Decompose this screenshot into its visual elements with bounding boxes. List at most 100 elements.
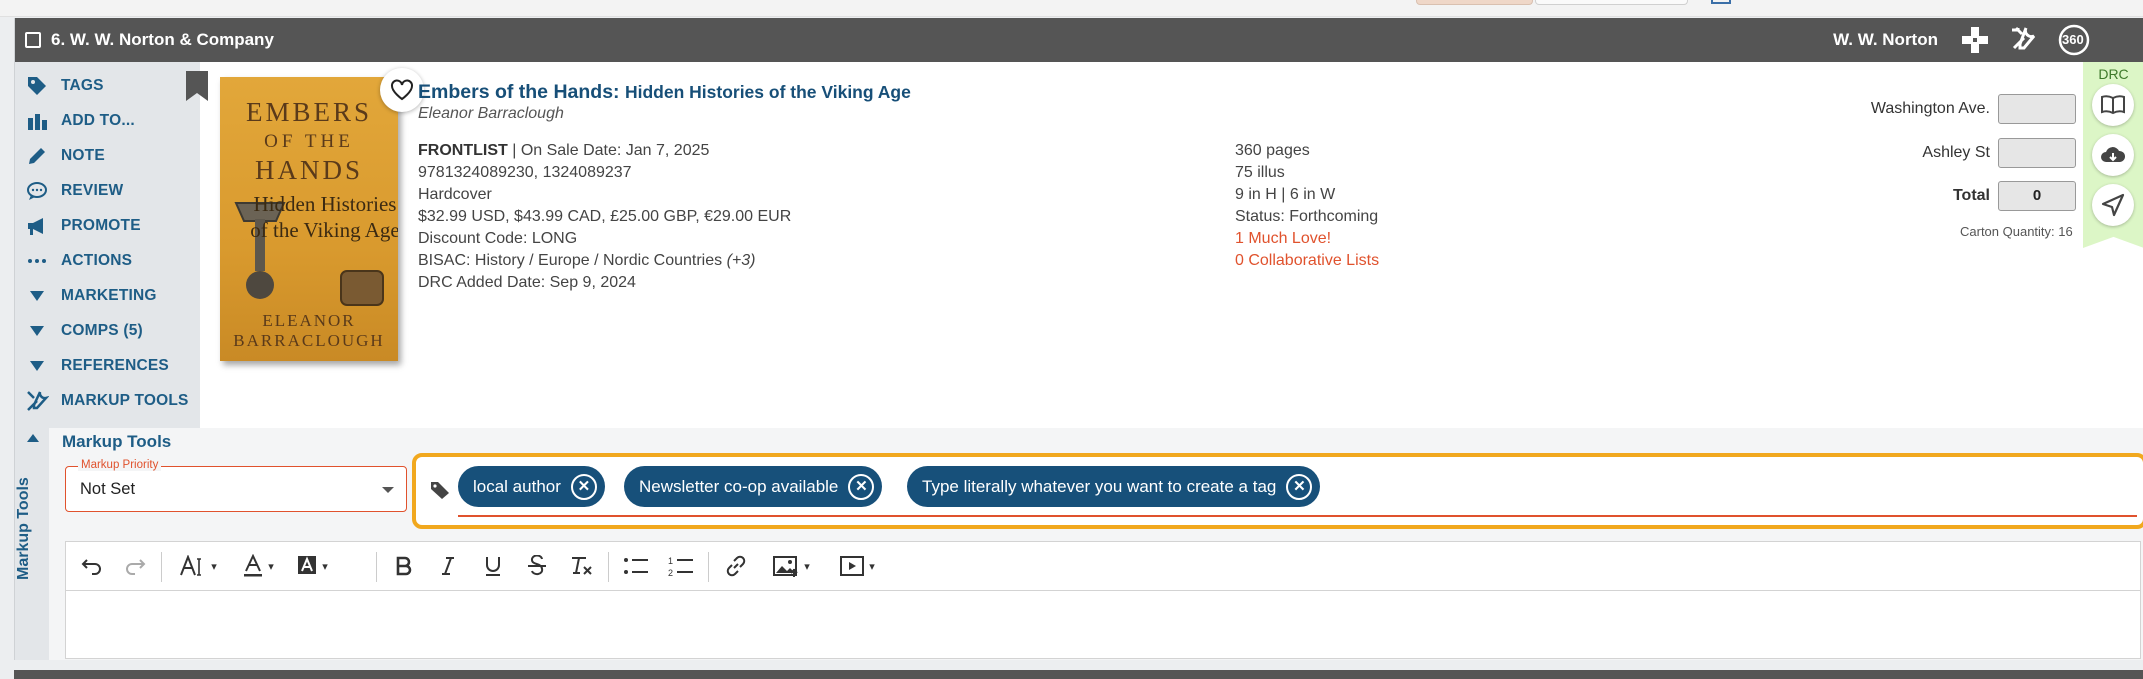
tools-icon bbox=[25, 389, 49, 413]
markup-priority-legend: Markup Priority bbox=[78, 459, 162, 471]
markup-priority-value: Not Set bbox=[80, 480, 136, 498]
underline-icon[interactable] bbox=[479, 552, 507, 580]
sidebar-item-actions[interactable]: ACTIONS bbox=[25, 247, 132, 275]
card-header: 6. W. W. Norton & Company W. W. Norton 3… bbox=[15, 18, 2143, 62]
editor-content-area[interactable] bbox=[66, 592, 2140, 658]
chevron-down-icon bbox=[382, 487, 394, 493]
publisher-name: W. W. Norton bbox=[1833, 30, 1938, 49]
sidebar-item-comps[interactable]: COMPS (5) bbox=[25, 317, 143, 345]
heart-icon bbox=[391, 79, 413, 101]
sidebar-item-label: MARKETING bbox=[61, 287, 157, 304]
sidebar-item-label: ACTIONS bbox=[61, 252, 133, 269]
svg-text:1: 1 bbox=[668, 556, 673, 566]
close-icon[interactable]: ✕ bbox=[848, 473, 875, 500]
clear-format-icon[interactable] bbox=[568, 552, 596, 580]
top-strip bbox=[0, 0, 2143, 17]
book-stats: 360 pages 75 illus 9 in H | 6 in W Statu… bbox=[1235, 140, 1379, 272]
redo-icon[interactable] bbox=[121, 552, 149, 580]
cloud-download-icon[interactable] bbox=[2092, 134, 2134, 176]
triangle-down-icon bbox=[25, 319, 49, 343]
love-link[interactable]: 1 Much Love! bbox=[1235, 228, 1379, 250]
cover-line: OF THE bbox=[264, 131, 354, 152]
page-root: 6. W. W. Norton & Company W. W. Norton 3… bbox=[0, 0, 2143, 679]
bisac: BISAC: History / Europe / Nordic Countri… bbox=[418, 252, 723, 269]
undo-icon[interactable] bbox=[78, 552, 106, 580]
location-qty-input[interactable] bbox=[1998, 94, 2076, 124]
toolbar-divider bbox=[608, 552, 609, 582]
numbered-list-icon[interactable]: 12 bbox=[666, 552, 696, 580]
360-label: 360 bbox=[2062, 32, 2084, 47]
link-icon[interactable] bbox=[721, 552, 751, 580]
medical-cross-icon[interactable] bbox=[1959, 24, 1991, 56]
text-color-icon[interactable]: ▾ bbox=[234, 552, 282, 580]
select-checkbox[interactable] bbox=[25, 32, 41, 48]
sidebar-item-label: REFERENCES bbox=[61, 357, 169, 374]
isbns: 9781324089230, 1324089237 bbox=[418, 164, 632, 181]
triangle-up-icon bbox=[27, 434, 39, 442]
book-cover[interactable]: EMBERS OF THE HANDS Hidden Histories of … bbox=[220, 77, 398, 361]
carton-quantity: Carton Quantity: 16 bbox=[1960, 224, 2073, 239]
top-tab[interactable] bbox=[1416, 0, 1533, 5]
bold-icon[interactable] bbox=[390, 552, 418, 580]
ellipsis-icon bbox=[25, 249, 49, 273]
sidebar-item-marketing[interactable]: MARKETING bbox=[25, 282, 157, 310]
markup-tools-side-tab[interactable]: Markup Tools bbox=[15, 428, 49, 660]
paper-plane-icon[interactable] bbox=[2092, 184, 2134, 226]
book-author[interactable]: Eleanor Barraclough bbox=[418, 105, 564, 123]
close-icon[interactable]: ✕ bbox=[1286, 473, 1313, 500]
cover-artifact-image bbox=[340, 270, 384, 306]
tag-chip[interactable]: local author ✕ bbox=[458, 466, 605, 507]
drc-label: DRC bbox=[2098, 66, 2129, 82]
sidebar-item-add-to[interactable]: ADD TO... bbox=[25, 107, 135, 135]
tag-chip[interactable]: Type literally whatever you want to crea… bbox=[907, 466, 1321, 507]
bisac-more[interactable]: (+3) bbox=[727, 252, 756, 269]
sidebar-item-note[interactable]: NOTE bbox=[25, 142, 105, 170]
drc-panel: DRC bbox=[2083, 62, 2143, 248]
bookmark-icon[interactable] bbox=[186, 71, 208, 106]
markup-tools-side-label: Markup Tools bbox=[15, 477, 32, 580]
tag-chip[interactable]: Newsletter co-op available ✕ bbox=[624, 466, 883, 507]
total-label: Total bbox=[1952, 187, 1990, 204]
drc-added-date: DRC Added Date: Sep 9, 2024 bbox=[418, 274, 636, 291]
top-tab[interactable] bbox=[1535, 0, 1688, 5]
font-size-icon[interactable]: ▾ bbox=[174, 552, 222, 580]
left-gutter bbox=[0, 17, 14, 679]
status: Status: Forthcoming bbox=[1235, 208, 1379, 225]
location-label: Ashley St bbox=[1922, 144, 1990, 161]
markup-priority-select[interactable]: Markup Priority Not Set bbox=[65, 459, 407, 512]
cover-subtitle: Hidden Histories of the Viking Age bbox=[250, 192, 398, 242]
tools-icon[interactable] bbox=[2008, 24, 2040, 56]
tag-input-box[interactable]: local author ✕ Newsletter co-op availabl… bbox=[412, 453, 2143, 529]
tag-chip-label: local author bbox=[473, 476, 561, 496]
bullet-list-icon[interactable] bbox=[621, 552, 651, 580]
top-icon[interactable] bbox=[1711, 0, 1731, 4]
insert-media-icon[interactable]: ▾ bbox=[830, 552, 884, 580]
rich-text-editor: ▾ ▾ ▾ 1 2 ▾ ▾ bbox=[65, 541, 2141, 659]
triangle-down-icon bbox=[25, 284, 49, 308]
location-qty-input[interactable] bbox=[1998, 138, 2076, 168]
insert-image-icon[interactable]: ▾ bbox=[764, 552, 818, 580]
sidebar-item-references[interactable]: REFERENCES bbox=[25, 352, 169, 380]
open-book-icon[interactable] bbox=[2092, 84, 2134, 126]
sidebar-item-tags[interactable]: TAGS bbox=[25, 72, 104, 100]
360-icon[interactable]: 360 bbox=[2058, 24, 2090, 56]
book-title-link[interactable]: Embers of the Hands: Hidden Histories of… bbox=[418, 81, 911, 104]
close-icon[interactable]: ✕ bbox=[570, 473, 597, 500]
total-qty: 0 bbox=[1998, 181, 2076, 211]
italic-icon[interactable] bbox=[434, 552, 462, 580]
sidebar-item-label: PROMOTE bbox=[61, 217, 141, 234]
sidebar-item-review[interactable]: REVIEW bbox=[25, 177, 123, 205]
markup-tools-title: Markup Tools bbox=[62, 432, 172, 451]
collab-lists-link[interactable]: 0 Collaborative Lists bbox=[1235, 250, 1379, 272]
sidebar-item-markup-tools[interactable]: MARKUP TOOLS bbox=[25, 387, 189, 415]
highlight-color-icon[interactable]: ▾ bbox=[288, 552, 336, 580]
page-count: 360 pages bbox=[1235, 142, 1310, 159]
sidebar-item-promote[interactable]: PROMOTE bbox=[25, 212, 141, 240]
strikethrough-icon[interactable] bbox=[523, 552, 551, 580]
on-sale-date: On Sale Date: Jan 7, 2025 bbox=[520, 142, 710, 159]
location-label: Washington Ave. bbox=[1870, 100, 1990, 117]
megaphone-icon bbox=[25, 214, 49, 238]
illus-count: 75 illus bbox=[1235, 164, 1285, 181]
triangle-down-icon bbox=[25, 354, 49, 378]
toolbar-divider bbox=[708, 552, 709, 582]
